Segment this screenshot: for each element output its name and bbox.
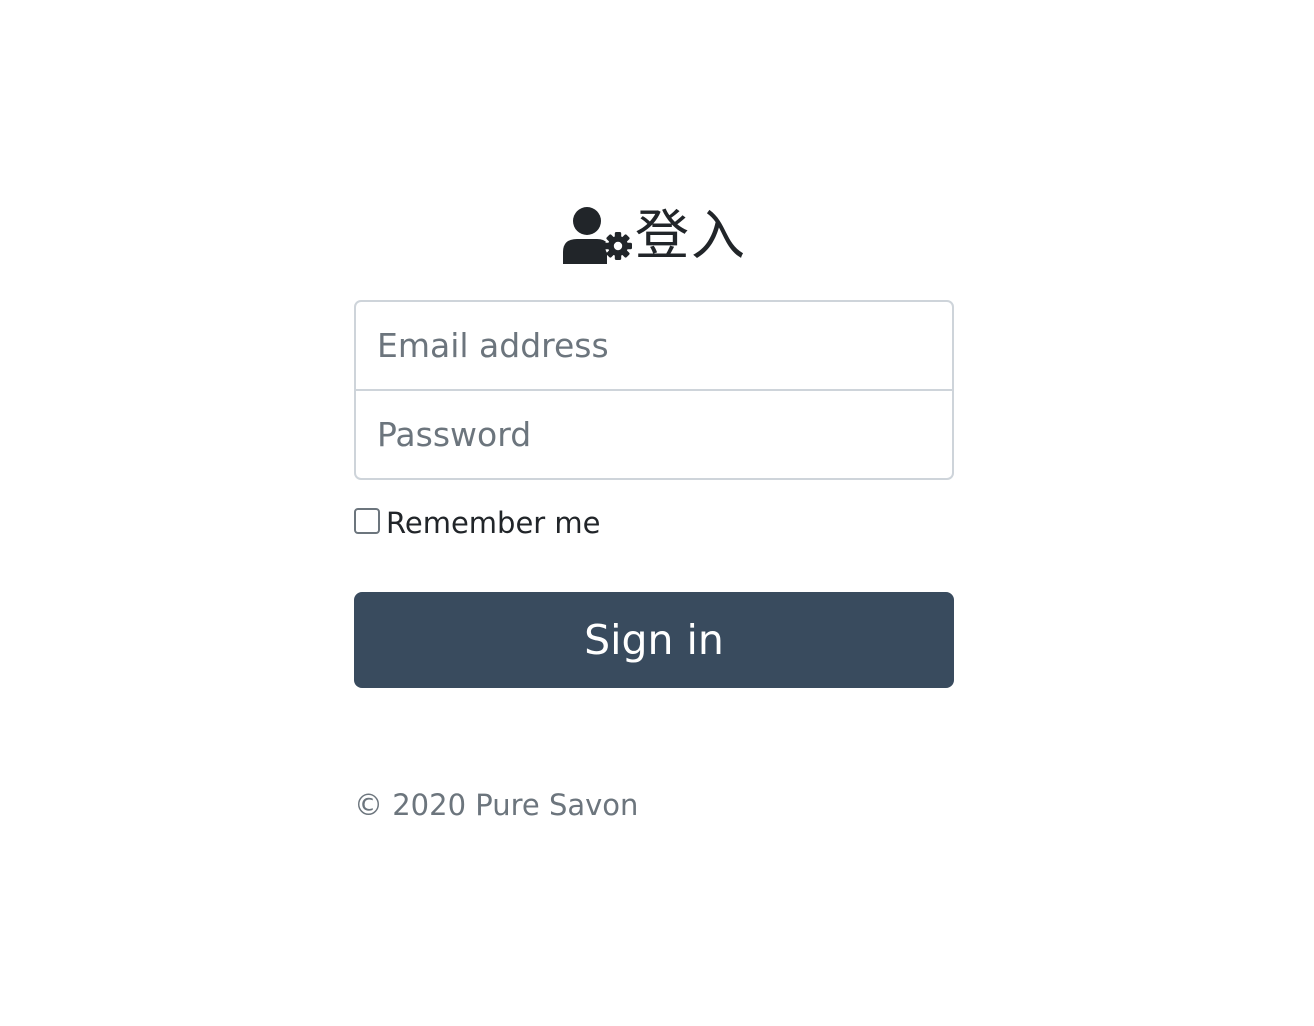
login-title: 登入 <box>635 204 747 267</box>
remember-me-checkbox[interactable] <box>354 508 380 534</box>
login-page: 登入 Remember me Sign in © 2020 Pure Savon <box>0 0 1314 1026</box>
remember-me-row: Remember me <box>354 506 954 540</box>
login-heading: 登入 <box>354 200 954 272</box>
email-field[interactable] <box>354 300 954 391</box>
sign-in-button[interactable]: Sign in <box>354 592 954 688</box>
credentials-group <box>354 300 954 480</box>
password-field[interactable] <box>354 389 954 480</box>
copyright-text: © 2020 Pure Savon <box>354 788 639 822</box>
user-cog-icon <box>561 206 633 266</box>
remember-me-label[interactable]: Remember me <box>386 506 601 540</box>
signin-form: 登入 Remember me Sign in © 2020 Pure Savon <box>354 200 954 851</box>
